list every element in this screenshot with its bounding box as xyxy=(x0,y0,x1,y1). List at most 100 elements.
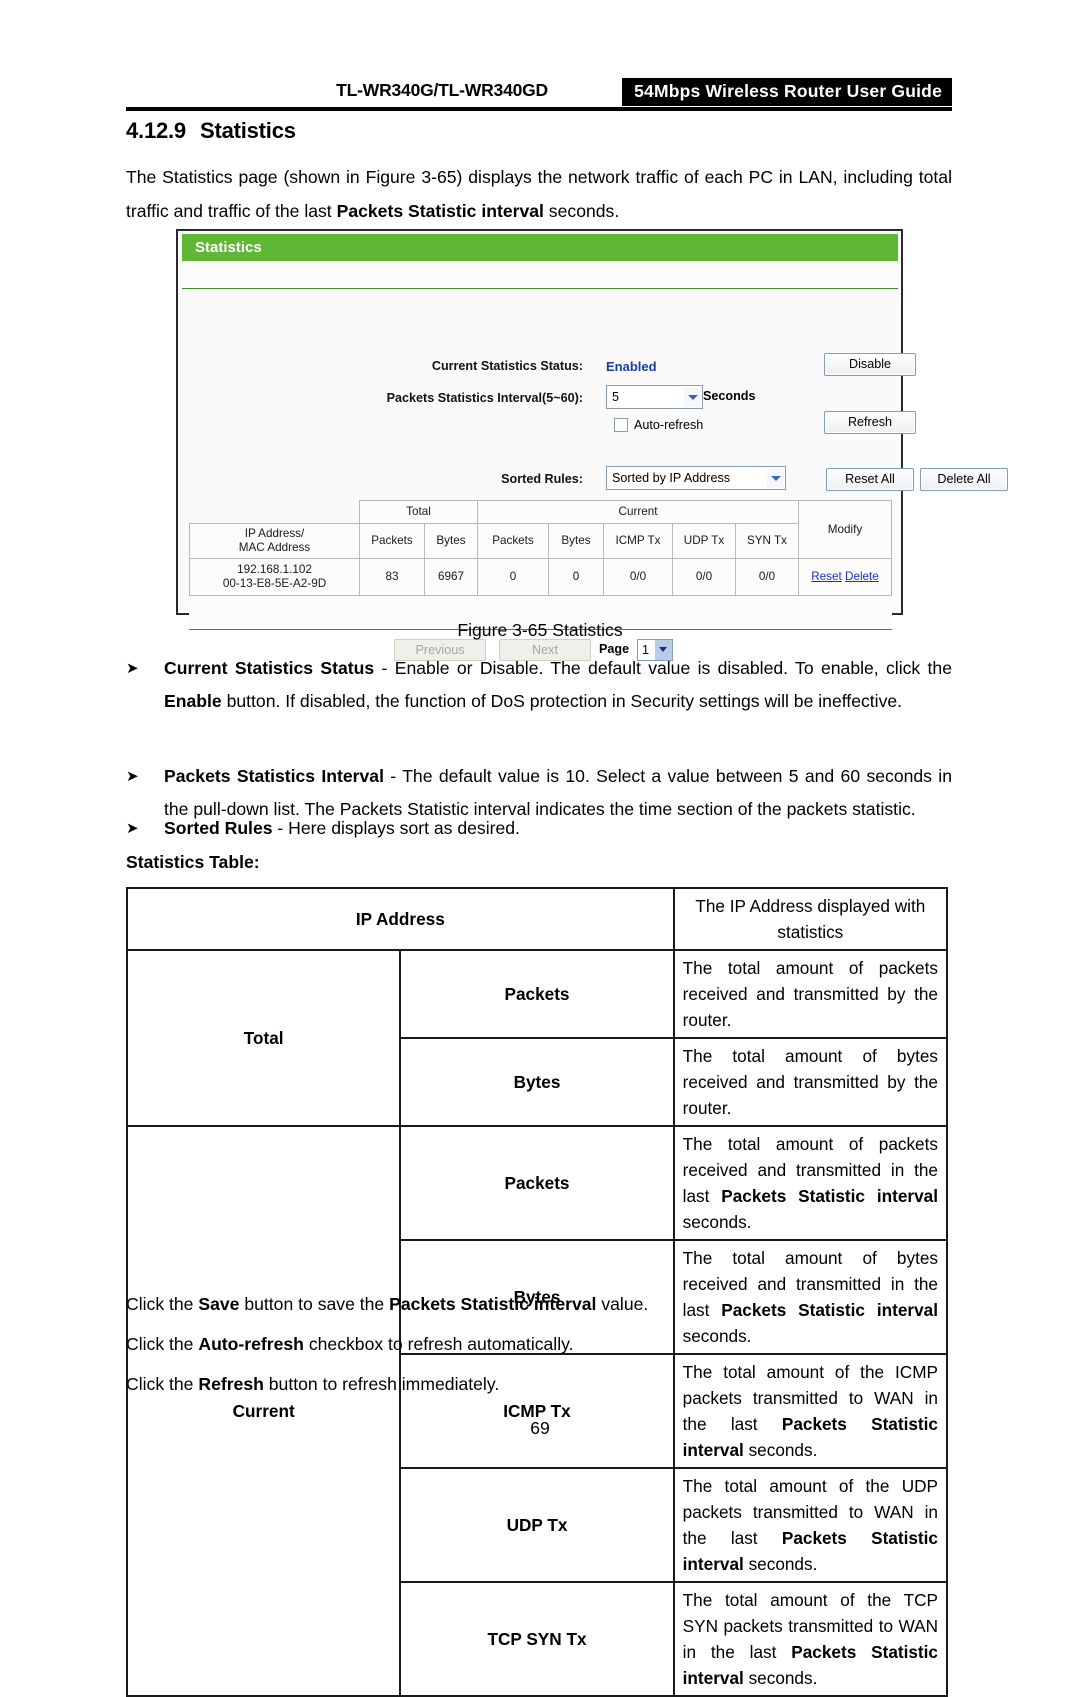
row-total-packets: 83 xyxy=(359,558,425,596)
bullet-marker-icon: ➤ xyxy=(126,768,139,785)
ip-mac-header: IP Address/ MAC Address xyxy=(189,523,360,559)
desc-a: The total amount of packets received and… xyxy=(682,958,938,1030)
reset-all-button[interactable]: Reset All xyxy=(826,468,914,491)
bullet-current-statistics-status: ➤ Current Statistics Status - Enable or … xyxy=(126,652,952,718)
intro-part2: seconds. xyxy=(543,201,620,221)
delete-all-button[interactable]: Delete All xyxy=(920,468,1008,491)
refresh-term: Refresh xyxy=(198,1374,264,1394)
desc-b: seconds. xyxy=(743,1440,818,1460)
udp-tx-description: The total amount of the UDP packets tran… xyxy=(672,1467,949,1583)
closing-save-paragraph: Click the Save button to save the Packet… xyxy=(126,1287,952,1321)
auto-refresh-checkbox[interactable] xyxy=(614,418,628,432)
current-packets-header: Packets xyxy=(477,523,549,559)
refresh-text-c: button to refresh immediately. xyxy=(263,1374,500,1394)
modify-header: Modify xyxy=(798,500,892,559)
desc-a: The total amount of bytes received and t… xyxy=(682,1046,938,1118)
chevron-down-icon[interactable] xyxy=(767,468,784,488)
bullet-term: Sorted Rules xyxy=(164,818,273,838)
auto-text-c: checkbox to refresh automatically. xyxy=(303,1334,574,1354)
row-icmp-tx: 0/0 xyxy=(603,558,673,596)
refresh-text-a: Click the xyxy=(126,1374,199,1394)
row-modify-cell: Reset Delete xyxy=(798,558,892,596)
bullet-term2: Enable xyxy=(164,691,222,711)
current-statistics-status-value: Enabled xyxy=(606,359,657,374)
row-current-bytes: 0 xyxy=(548,558,604,596)
auto-text-a: Click the xyxy=(126,1334,199,1354)
delete-link[interactable]: Delete xyxy=(845,570,879,583)
empty-corner-cell xyxy=(189,500,360,524)
bullet-sorted-rules: ➤ Sorted Rules - Here displays sort as d… xyxy=(126,812,952,845)
total-bytes-description: The total amount of bytes received and t… xyxy=(672,1037,949,1127)
refresh-button[interactable]: Refresh xyxy=(824,411,916,434)
bullet-sep: - xyxy=(374,658,395,678)
sorted-rules-label: Sorted Rules: xyxy=(501,472,583,486)
packets-interval-value: 5 xyxy=(612,390,620,404)
total-bytes-key: Bytes xyxy=(399,1037,675,1127)
table-row: Total Packets The total amount of packet… xyxy=(125,949,949,1127)
udp-tx-key: UDP Tx xyxy=(399,1467,675,1583)
group-total-key: Total xyxy=(125,949,402,1127)
table-row: IP Address The IP Address displayed with… xyxy=(126,887,949,951)
reset-link[interactable]: Reset xyxy=(811,570,842,583)
bullet-marker-icon: ➤ xyxy=(126,660,139,677)
page-number: 69 xyxy=(530,1418,550,1438)
table-row: Current Packets The total amount of pack… xyxy=(125,1125,949,1697)
sorted-rules-value: Sorted by IP Address xyxy=(612,471,731,485)
bullet-body-b: button. If disabled, the function of DoS… xyxy=(221,691,903,711)
row-mac-address: 00-13-E8-5E-A2-9D xyxy=(222,577,327,590)
bullet-sep: - xyxy=(272,818,289,838)
ip-address-header-line1: IP Address/ xyxy=(244,527,305,540)
auto-term: Auto-refresh xyxy=(198,1334,304,1354)
udp-tx-header: UDP Tx xyxy=(672,523,736,559)
total-packets-key: Packets xyxy=(399,949,675,1039)
save-text-e: value. xyxy=(596,1294,649,1314)
sorted-rules-select[interactable]: Sorted by IP Address xyxy=(606,466,786,490)
ip-address-description: The IP Address displayed with statistics xyxy=(672,887,949,951)
figure-caption: Figure 3-65 Statistics xyxy=(457,620,623,640)
intro-bold-term: Packets Statistic interval xyxy=(336,201,544,221)
row-ip-address: 192.168.1.102 xyxy=(237,563,312,576)
desc-b: seconds. xyxy=(743,1554,818,1574)
icmp-tx-header: ICMP Tx xyxy=(603,523,673,559)
desc-b: seconds. xyxy=(743,1668,818,1688)
disable-button[interactable]: Disable xyxy=(824,353,916,376)
header-guide-title: 54Mbps Wireless Router User Guide xyxy=(622,78,952,106)
total-packets-description: The total amount of packets received and… xyxy=(672,949,949,1039)
statistics-data-table: Total Current Modify IP Address/ MAC Add… xyxy=(189,500,892,596)
row-total-bytes: 6967 xyxy=(424,558,478,596)
desc-b: seconds. xyxy=(682,1212,752,1232)
header-rule xyxy=(126,107,952,111)
packets-interval-select[interactable]: 5 xyxy=(606,385,703,409)
row-current-packets: 0 xyxy=(477,558,549,596)
row-udp-tx: 0/0 xyxy=(672,558,736,596)
intro-paragraph: The Statistics page (shown in Figure 3-6… xyxy=(126,160,952,228)
group-current-header: Current xyxy=(477,500,799,524)
bullet-body-a: Here displays sort as desired. xyxy=(288,818,520,838)
chevron-down-icon[interactable] xyxy=(684,387,701,407)
bullet-text: Current Statistics Status - Enable or Di… xyxy=(164,652,952,718)
auto-refresh-label: Auto-refresh xyxy=(634,418,704,432)
tcp-syn-tx-description: The total amount of the TCP SYN packets … xyxy=(672,1581,949,1697)
panel-subbar xyxy=(182,261,898,289)
router-statistics-screenshot: Statistics Current Statistics Status: En… xyxy=(176,229,1008,661)
ip-address-key: IP Address xyxy=(126,887,675,951)
desc-bold: Packets Statistic interval xyxy=(721,1186,938,1206)
save-text-c: button to save the xyxy=(239,1294,390,1314)
bullet-body-a: Enable or Disable. The default value is … xyxy=(394,658,953,678)
total-packets-header: Packets xyxy=(359,523,425,559)
table-group-header-row: Total Current Modify xyxy=(189,500,892,559)
current-bytes-header: Bytes xyxy=(548,523,604,559)
row-ip-mac-cell: 192.168.1.102 00-13-E8-5E-A2-9D xyxy=(189,558,360,596)
tcp-syn-tx-key: TCP SYN Tx xyxy=(399,1581,675,1697)
save-term: Save xyxy=(198,1294,240,1314)
document-page: TL-WR340G/TL-WR340GD 54Mbps Wireless Rou… xyxy=(0,0,1080,1697)
bullet-marker-icon: ➤ xyxy=(126,820,139,837)
current-packets-description: The total amount of packets received and… xyxy=(672,1125,949,1241)
table-column-header-row: IP Address/ MAC Address Packets Bytes Pa… xyxy=(189,523,892,559)
bullet-term: Packets Statistics Interval xyxy=(164,766,384,786)
header-model-name: TL-WR340G/TL-WR340GD xyxy=(336,80,548,100)
closing-autorefresh-paragraph: Click the Auto-refresh checkbox to refre… xyxy=(126,1327,952,1361)
section-title: Statistics xyxy=(199,118,296,143)
closing-refresh-paragraph: Click the Refresh button to refresh imme… xyxy=(126,1367,952,1401)
group-current-key: Current xyxy=(125,1125,402,1697)
